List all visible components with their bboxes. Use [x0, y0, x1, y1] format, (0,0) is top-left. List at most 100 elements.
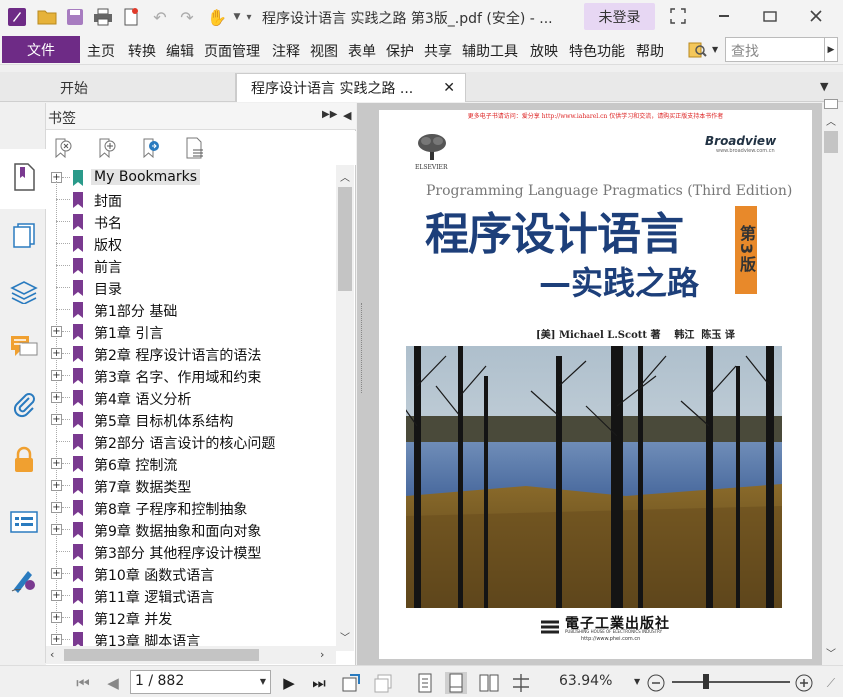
bookmarks-horizontal-scroll-thumb[interactable] — [64, 649, 259, 661]
expand-toggle-icon[interactable]: + — [51, 568, 62, 579]
find-dropdown-icon[interactable]: ▼ — [712, 45, 718, 54]
expand-toggle-icon[interactable]: + — [51, 524, 62, 535]
splitter-handle[interactable] — [361, 303, 363, 393]
first-page-icon[interactable]: ⏮ — [72, 672, 94, 694]
expand-toggle-icon[interactable]: + — [51, 392, 62, 403]
zoom-out-icon[interactable] — [645, 672, 667, 694]
menu-protect[interactable]: 保护 — [386, 41, 414, 61]
previous-view-icon[interactable] — [340, 672, 362, 694]
menu-form[interactable]: 表单 — [348, 41, 376, 61]
bookmarks-horizontal-scrollbar[interactable]: ‹ › — [46, 646, 336, 664]
bookmark-item[interactable]: + 第8章 子程序和控制抽象 — [46, 497, 336, 519]
continuous-view-icon[interactable] — [445, 672, 467, 694]
tab-list-dropdown-icon[interactable]: ▼ — [820, 80, 828, 93]
add-bookmark-icon[interactable] — [96, 137, 118, 159]
form-fields-icon[interactable] — [8, 506, 40, 538]
expand-toggle-icon[interactable]: + — [51, 348, 62, 359]
tab-document[interactable]: 程序设计语言 实践之路 ... ✕ — [236, 73, 466, 102]
expand-toggle-icon[interactable]: + — [51, 414, 62, 425]
next-page-icon[interactable]: ▶ — [278, 672, 300, 694]
undo-icon[interactable]: ↶ — [149, 6, 171, 28]
menu-file[interactable]: 文件 — [2, 36, 80, 63]
redo-icon[interactable]: ↷ — [176, 6, 198, 28]
bookmark-item[interactable]: 封面 — [46, 189, 336, 211]
single-page-view-icon[interactable] — [414, 672, 436, 694]
menu-share[interactable]: 共享 — [424, 41, 452, 61]
menu-edit[interactable]: 编辑 — [166, 41, 194, 61]
expand-panel-icon[interactable]: ▶▶ — [322, 109, 337, 120]
menu-view[interactable]: 视图 — [310, 41, 338, 61]
security-lock-icon[interactable] — [8, 444, 40, 476]
bookmark-item[interactable]: 第1部分 基础 — [46, 299, 336, 321]
find-options-icon[interactable] — [688, 40, 710, 60]
scroll-up-arrow-icon[interactable]: ︿ — [340, 169, 350, 184]
bookmark-item[interactable]: + 第12章 并发 — [46, 607, 336, 629]
expand-toggle-icon[interactable]: + — [51, 326, 62, 337]
bookmark-item[interactable]: + 第3章 名字、作用域和约束 — [46, 365, 336, 387]
previous-page-icon[interactable]: ◀ — [102, 672, 124, 694]
bookmark-item[interactable]: + 第1章 引言 — [46, 321, 336, 343]
zoom-level[interactable]: 63.94% — [559, 673, 612, 689]
menu-features[interactable]: 特色功能 — [569, 41, 625, 61]
menu-convert[interactable]: 转换 — [128, 41, 156, 61]
bookmark-options-icon[interactable] — [184, 137, 206, 159]
bookmark-item[interactable]: 目录 — [46, 277, 336, 299]
login-button[interactable]: 未登录 — [584, 3, 655, 30]
close-window-button[interactable] — [804, 6, 828, 26]
tab-start[interactable]: 开始 — [46, 73, 236, 102]
go-to-bookmark-icon[interactable] — [140, 137, 162, 159]
bookmark-item[interactable]: 第3部分 其他程序设计模型 — [46, 541, 336, 563]
bookmark-item[interactable]: + 第7章 数据类型 — [46, 475, 336, 497]
page-dropdown-icon[interactable]: ▼ — [260, 677, 266, 686]
menu-slideshow[interactable]: 放映 — [530, 41, 558, 61]
minimize-button[interactable] — [712, 6, 736, 26]
tab-close-icon[interactable]: ✕ — [443, 80, 455, 96]
bookmark-item[interactable]: 书名 — [46, 211, 336, 233]
quick-access-customize-icon[interactable]: ▾ — [238, 6, 260, 28]
page-number-input[interactable]: 1 / 882 ▼ — [130, 670, 271, 694]
bookmarks-panel-icon[interactable] — [8, 161, 40, 193]
search-input[interactable]: 查找 — [725, 37, 825, 62]
search-go-icon[interactable]: ▶ — [824, 37, 838, 62]
doc-scroll-down-arrow-icon[interactable]: ﹀ — [826, 645, 836, 660]
doc-scroll-up-arrow-icon[interactable]: ︿ — [826, 113, 836, 128]
bookmark-item[interactable]: + 第5章 目标机体系结构 — [46, 409, 336, 431]
bookmark-item[interactable]: 第2部分 语言设计的核心问题 — [46, 431, 336, 453]
zoom-slider-thumb[interactable] — [703, 674, 710, 689]
bookmark-item[interactable]: + 第11章 逻辑式语言 — [46, 585, 336, 607]
page-thumbnails-icon[interactable] — [8, 219, 40, 251]
expand-toggle-icon[interactable]: + — [51, 502, 62, 513]
bookmarks-vertical-scroll-thumb[interactable] — [338, 187, 352, 291]
last-page-icon[interactable]: ⏭ — [308, 672, 330, 694]
bookmark-item[interactable]: + 第6章 控制流 — [46, 453, 336, 475]
open-folder-icon[interactable] — [36, 6, 58, 28]
hand-tool-icon[interactable]: ✋ — [206, 6, 228, 28]
attachments-icon[interactable] — [8, 388, 40, 420]
comments-icon[interactable] — [8, 331, 40, 363]
next-view-icon[interactable] — [372, 672, 394, 694]
restore-button[interactable] — [758, 6, 782, 26]
bookmark-item[interactable]: 版权 — [46, 233, 336, 255]
bookmark-item[interactable]: + 第9章 数据抽象和面向对象 — [46, 519, 336, 541]
scroll-right-arrow-icon[interactable]: › — [320, 648, 324, 661]
signature-icon[interactable] — [8, 563, 40, 595]
document-viewport[interactable]: 更多电子书请访问：爱分享 http://www.iaharel.cn 仅供学习和… — [357, 103, 822, 666]
document-scroll-thumb[interactable] — [824, 131, 838, 153]
expand-toggle-icon[interactable]: + — [51, 634, 62, 645]
bookmark-item[interactable]: + 第2章 程序设计语言的语法 — [46, 343, 336, 365]
facing-view-icon[interactable] — [478, 672, 500, 694]
split-view-handle[interactable] — [824, 99, 838, 109]
zoom-dropdown-icon[interactable]: ▼ — [634, 677, 640, 686]
zoom-in-icon[interactable] — [793, 672, 815, 694]
expand-toggle-icon[interactable]: + — [51, 480, 62, 491]
scroll-left-arrow-icon[interactable]: ‹ — [50, 648, 54, 661]
print-icon[interactable] — [92, 6, 114, 28]
save-icon[interactable] — [64, 6, 86, 28]
bookmark-item[interactable]: + 第4章 语义分析 — [46, 387, 336, 409]
bookmarks-vertical-scrollbar[interactable]: ︿ ﹀ — [336, 165, 354, 651]
resize-grip-icon[interactable]: ⟋ — [820, 672, 842, 694]
document-vertical-scrollbar[interactable]: ︿ ﹀ — [822, 99, 840, 666]
bookmark-item[interactable]: + 第10章 函数式语言 — [46, 563, 336, 585]
bookmark-root[interactable]: + My Bookmarks — [46, 167, 336, 189]
bookmark-item[interactable]: 前言 — [46, 255, 336, 277]
